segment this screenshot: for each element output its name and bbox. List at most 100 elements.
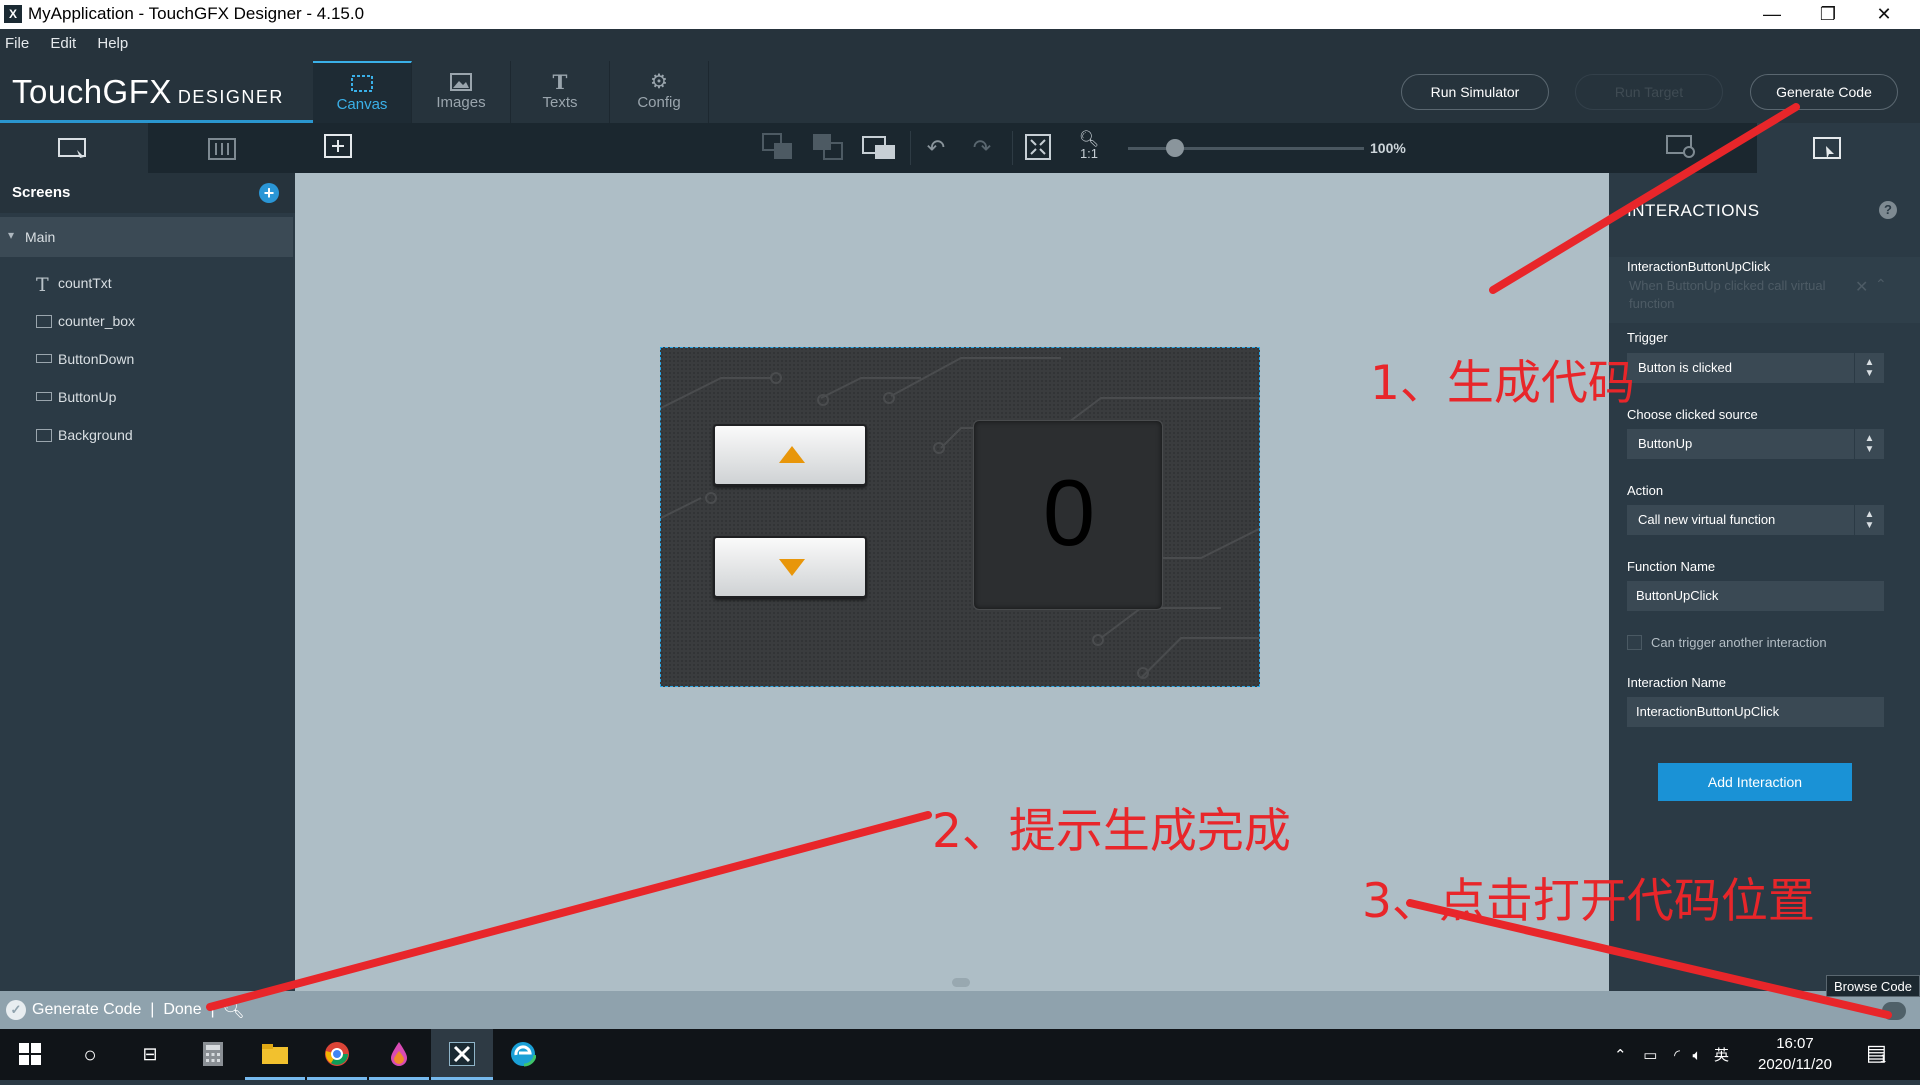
restore-button[interactable]: ❐ — [1800, 0, 1856, 29]
zoom-level: 100% — [1370, 140, 1406, 156]
image-icon — [36, 315, 52, 328]
screens-title: Screens — [12, 184, 71, 201]
check-icon: ✓ — [6, 1000, 26, 1020]
screen-main-label: Main — [25, 229, 56, 245]
interaction-icon — [1813, 137, 1841, 159]
clock-date: 2020/11/20 — [1758, 1056, 1832, 1073]
chevron-down-icon[interactable]: ▾ — [8, 228, 14, 242]
toolbar-separator — [910, 131, 911, 165]
undo-icon[interactable]: ↶ — [920, 133, 952, 163]
source-label: Choose clicked source — [1627, 407, 1758, 422]
search-circle-icon[interactable]: ○ — [60, 1029, 120, 1080]
trigger-label: Trigger — [1627, 330, 1668, 345]
source-select[interactable]: ButtonUp ▲ ▼ — [1627, 429, 1884, 459]
send-backward-icon[interactable] — [812, 133, 844, 163]
function-name-label: Function Name — [1627, 559, 1716, 574]
bring-forward-icon[interactable] — [762, 133, 794, 163]
spinner-icon: ▲ ▼ — [1854, 505, 1884, 535]
interaction-card-description: When ButtonUp clicked call virtual funct… — [1629, 278, 1826, 311]
zoom-slider-track[interactable] — [1128, 147, 1364, 150]
tab-texts[interactable]: T Texts — [511, 61, 610, 123]
notification-icon[interactable]: ▤ 1 — [1866, 1040, 1887, 1066]
chevron-up-icon[interactable]: ⌃ — [1614, 1047, 1627, 1064]
menu-bar: File Edit Help — [0, 29, 1920, 61]
toolbar-separator — [1012, 131, 1013, 165]
tree-view-tab[interactable] — [0, 123, 148, 173]
screen-item-main[interactable]: ▾ Main — [0, 217, 293, 257]
button-down[interactable] — [713, 536, 867, 598]
input-method-indicator[interactable]: 英 — [1714, 1047, 1729, 1064]
canvas-left-edge — [295, 173, 312, 991]
count-text: 0 — [1042, 460, 1096, 565]
properties-tab[interactable] — [148, 123, 295, 173]
edge-icon[interactable] — [493, 1029, 553, 1080]
add-interaction-button[interactable]: Add Interaction — [1658, 763, 1852, 801]
button-icon — [36, 392, 52, 401]
tree-item-label: ButtonUp — [58, 389, 117, 405]
menu-edit[interactable]: Edit — [50, 29, 76, 52]
group-icon[interactable] — [862, 133, 895, 163]
interaction-name-field[interactable]: InteractionButtonUpClick — [1627, 697, 1884, 727]
screen-settings-icon[interactable] — [1665, 133, 1697, 163]
annotation-step-1: 1、生成代码 — [1370, 356, 1635, 411]
chrome-icon[interactable] — [307, 1029, 367, 1080]
delete-interaction-icon[interactable]: ✕ — [1855, 277, 1868, 297]
can-trigger-checkbox[interactable] — [1627, 635, 1642, 650]
fit-to-screen-icon[interactable] — [1022, 133, 1054, 163]
add-screen-button[interactable]: + — [259, 183, 279, 203]
interactions-title: INTERACTIONS — [1627, 201, 1760, 220]
tree-item-counttxt[interactable]: TcountTxt — [36, 275, 286, 299]
tree-item-counter-box[interactable]: counter_box — [36, 313, 286, 337]
generate-code-button[interactable]: Generate Code — [1750, 74, 1898, 110]
window-title: MyApplication - TouchGFX Designer - 4.15… — [28, 4, 365, 23]
tab-config[interactable]: ⚙ Config — [610, 61, 709, 123]
source-value: ButtonUp — [1638, 436, 1693, 451]
tree-item-background[interactable]: Background — [36, 427, 286, 451]
screen-preview[interactable]: 0 — [660, 347, 1260, 687]
wifi-icon[interactable]: ◜ — [1674, 1047, 1680, 1064]
counter-box: 0 — [973, 420, 1163, 610]
windows-start-icon[interactable] — [0, 1029, 60, 1080]
system-tray: ⌃ ▭ ◜ 🔈︎ 英 — [1614, 1044, 1729, 1065]
file-explorer-icon[interactable] — [245, 1029, 305, 1080]
menu-help[interactable]: Help — [97, 29, 128, 52]
action-select[interactable]: Call new virtual function ▲ ▼ — [1627, 505, 1884, 535]
texts-icon: T — [552, 70, 568, 94]
trigger-select[interactable]: Button is clicked ▲ ▼ — [1627, 353, 1884, 383]
clock[interactable]: 16:07 2020/11/20 — [1758, 1033, 1832, 1075]
taskbar: ○ ⊟ ⌃ ▭ ◜ 🔈︎ 英 16:07 2020/11/20 ▤ 1 — [0, 1029, 1920, 1080]
interactions-tab[interactable] — [1757, 123, 1920, 173]
tab-canvas[interactable]: Canvas — [313, 61, 412, 123]
collapse-icon[interactable]: ⌃ — [1875, 276, 1887, 293]
touchgfx-logo: TouchGFX DESIGNER — [12, 73, 284, 111]
zoom-one-to-one-icon[interactable]: 🔍︎ 1:1 — [1073, 132, 1105, 163]
volume-icon[interactable]: 🔈︎ — [1692, 1047, 1701, 1064]
notification-count: 1 — [1880, 1053, 1887, 1065]
battery-icon[interactable]: ▭ — [1643, 1047, 1657, 1064]
action-value: Call new virtual function — [1638, 512, 1776, 527]
tab-images[interactable]: Images — [412, 61, 511, 123]
add-widget-icon[interactable] — [322, 133, 354, 163]
paint-drop-icon[interactable] — [369, 1029, 429, 1080]
one-to-one-label: 1:1 — [1079, 146, 1099, 161]
tree-item-buttonup[interactable]: ButtonUp — [36, 389, 286, 413]
task-view-icon[interactable]: ⊟ — [120, 1029, 180, 1080]
calculator-icon[interactable] — [183, 1029, 243, 1080]
redo-icon[interactable]: ↷ — [966, 133, 998, 163]
touchgfx-taskbar-icon[interactable] — [431, 1029, 493, 1080]
run-target-button[interactable]: Run Target — [1575, 74, 1723, 110]
menu-file[interactable]: File — [5, 29, 29, 52]
help-icon[interactable]: ? — [1879, 201, 1897, 219]
minimize-button[interactable]: — — [1744, 0, 1800, 29]
browse-code-button[interactable] — [1882, 1002, 1906, 1020]
text-icon: T — [36, 274, 49, 296]
plus-icon: + — [263, 183, 275, 203]
action-label: Action — [1627, 483, 1664, 498]
run-simulator-button[interactable]: Run Simulator — [1401, 74, 1549, 110]
search-icon[interactable]: 🔍︎ — [222, 999, 245, 1020]
tree-item-buttondown[interactable]: ButtonDown — [36, 351, 286, 375]
function-name-field[interactable]: ButtonUpClick — [1627, 581, 1884, 611]
canvas-scroll-handle[interactable] — [952, 978, 970, 987]
button-up[interactable] — [713, 424, 867, 486]
close-button[interactable]: ✕ — [1856, 0, 1912, 29]
